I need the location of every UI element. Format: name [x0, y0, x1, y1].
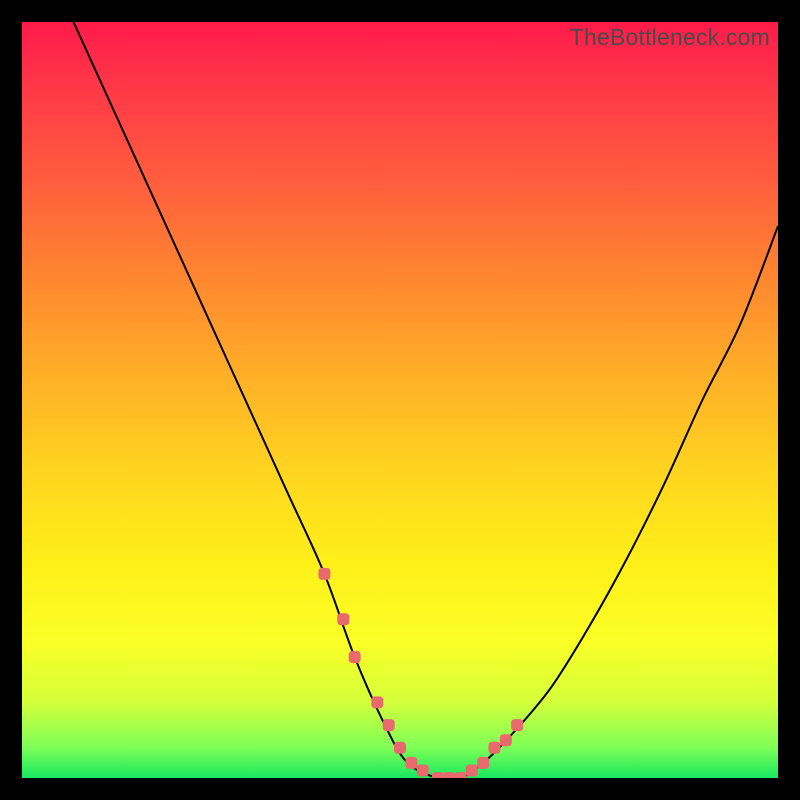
- highlight-dot: [455, 773, 466, 779]
- highlight-dot: [478, 757, 489, 768]
- highlight-dot: [395, 742, 406, 753]
- highlight-dot: [512, 720, 523, 731]
- highlight-dot: [432, 773, 443, 779]
- highlight-dot: [500, 735, 511, 746]
- highlight-dot: [349, 652, 360, 663]
- chart-plot-area: TheBottleneck.com: [22, 22, 778, 778]
- highlight-dot: [466, 765, 477, 776]
- highlight-dot: [489, 742, 500, 753]
- highlight-dot: [444, 773, 455, 779]
- watermark-label: TheBottleneck.com: [570, 24, 770, 51]
- highlight-dot: [319, 568, 330, 579]
- highlight-dot: [383, 720, 394, 731]
- highlight-dots-group: [319, 568, 523, 778]
- highlight-dot: [338, 614, 349, 625]
- highlight-dot: [406, 757, 417, 768]
- highlight-dot: [417, 765, 428, 776]
- highlight-dot: [372, 697, 383, 708]
- bottleneck-chart-svg: [22, 22, 778, 778]
- bottleneck-curve-path: [22, 22, 778, 778]
